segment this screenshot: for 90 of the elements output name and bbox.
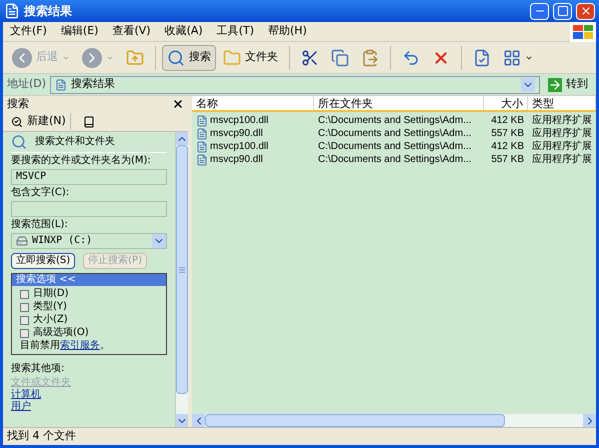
- contains-text-field[interactable]: [11, 201, 167, 217]
- maximize-icon: [556, 5, 568, 17]
- option-label: 大小(Z): [33, 314, 68, 326]
- address-field[interactable]: 搜索结果: [50, 76, 540, 94]
- undo-icon: [402, 48, 420, 66]
- table-cell: 557 KB: [491, 128, 524, 138]
- menu-item[interactable]: 文件(F): [3, 23, 54, 40]
- windows-logo: [570, 22, 596, 42]
- dropdown-button[interactable]: [521, 78, 535, 92]
- checkbox[interactable]: [20, 328, 29, 338]
- go-button[interactable]: 转到: [544, 76, 592, 94]
- search-scope-dropdown[interactable]: WINXP (C:): [11, 233, 167, 249]
- search-document-icon: [11, 134, 27, 150]
- arrow-right-icon: [548, 78, 562, 92]
- file-name[interactable]: msvcp100.dll: [210, 114, 268, 126]
- table-cell: 应用程序扩展: [532, 140, 592, 152]
- table-cell: C:\Documents and Settings\Adm...: [318, 140, 472, 152]
- table-cell: 412 KB: [491, 140, 524, 152]
- column-header[interactable]: 所在文件夹: [314, 96, 484, 110]
- folders-button[interactable]: 文件夹: [218, 44, 283, 70]
- option-label: 高级选项(O): [33, 327, 89, 339]
- file-name[interactable]: msvcp90.dll: [210, 154, 263, 166]
- table-cell: 557 KB: [491, 154, 524, 164]
- grip-icon: [178, 266, 186, 274]
- search-link[interactable]: 计算机: [11, 389, 41, 401]
- paste-icon: [361, 48, 379, 66]
- document-icon: [55, 78, 68, 90]
- table-cell: 应用程序扩展: [532, 154, 592, 164]
- file-name-field[interactable]: MSVCP: [11, 169, 167, 185]
- magnifier-icon: [11, 116, 23, 128]
- column-header[interactable]: 类型: [528, 96, 596, 110]
- views-icon: [503, 48, 521, 66]
- copy-icon: [331, 48, 349, 66]
- checkbox[interactable]: [20, 302, 29, 312]
- dll-file-icon: [196, 114, 208, 126]
- menu-item[interactable]: 帮助(H): [261, 23, 314, 40]
- dll-file-icon: [196, 128, 208, 140]
- field-label: 搜索范围(L):: [11, 219, 69, 231]
- properties-icon: [473, 48, 491, 66]
- table-cell: C:\Documents and Settings\Adm...: [318, 128, 472, 138]
- table-cell: 应用程序扩展: [532, 114, 592, 126]
- folder-icon: [223, 48, 241, 66]
- close-icon[interactable]: [172, 98, 184, 110]
- search-window-icon: [4, 3, 20, 19]
- file-name[interactable]: msvcp90.dll: [210, 128, 263, 140]
- option-label: 类型(Y): [33, 301, 67, 313]
- menu-item[interactable]: 查看(V): [105, 23, 158, 40]
- dropdown-button[interactable]: [152, 234, 166, 248]
- menu-item[interactable]: 收藏(A): [158, 23, 210, 40]
- options-header[interactable]: 搜索选项 <<: [12, 274, 166, 286]
- field-label: 包含文字(C):: [11, 187, 70, 199]
- search-now-button[interactable]: 立即搜索(S): [11, 253, 76, 269]
- note-text: 。: [100, 340, 110, 352]
- dll-file-icon: [196, 154, 208, 166]
- search-button[interactable]: 搜索: [162, 44, 216, 70]
- column-header[interactable]: 大小: [484, 96, 528, 110]
- menu-item[interactable]: 工具(T): [210, 23, 261, 40]
- search-icon: [167, 48, 185, 66]
- drive-icon: [16, 235, 28, 247]
- indexing-service-link[interactable]: 索引服务: [60, 340, 100, 352]
- address-label: 地址(D): [7, 76, 46, 92]
- table-cell: C:\Documents and Settings\Adm...: [318, 154, 472, 164]
- column-header[interactable]: 名称: [192, 96, 314, 110]
- option-label: 日期(D): [33, 288, 69, 300]
- table-cell: 应用程序扩展: [532, 128, 592, 138]
- maximize-button[interactable]: [553, 2, 572, 20]
- search-link[interactable]: 用户: [11, 401, 31, 413]
- vertical-scrollbar[interactable]: [175, 132, 188, 427]
- horizontal-scrollbar[interactable]: [192, 414, 596, 427]
- checkbox[interactable]: [20, 316, 29, 324]
- book-icon[interactable]: [82, 116, 95, 128]
- field-label: 要搜索的文件或文件夹名为(M):: [11, 155, 152, 167]
- checkbox[interactable]: [20, 290, 29, 298]
- folder-up-icon: [126, 48, 144, 66]
- status-text: 找到 4 个文件: [7, 428, 76, 444]
- close-icon: [580, 5, 592, 17]
- minimize-button[interactable]: [530, 2, 549, 20]
- menu-item[interactable]: 编辑(E): [54, 23, 106, 40]
- file-name[interactable]: msvcp100.dll: [210, 140, 268, 152]
- window-title: 搜索结果: [24, 3, 73, 20]
- close-button[interactable]: [576, 2, 595, 20]
- table-cell: 412 KB: [491, 114, 524, 126]
- pane-title: 搜索: [7, 96, 29, 112]
- dll-file-icon: [196, 140, 208, 152]
- section-heading: 搜索文件和文件夹: [35, 136, 115, 148]
- other-label: 搜索其他项:: [11, 363, 66, 375]
- note-text: 目前禁用: [20, 340, 60, 352]
- scissors-icon: [301, 48, 319, 66]
- address-value: 搜索结果: [71, 76, 116, 92]
- table-cell: C:\Documents and Settings\Adm...: [318, 114, 472, 126]
